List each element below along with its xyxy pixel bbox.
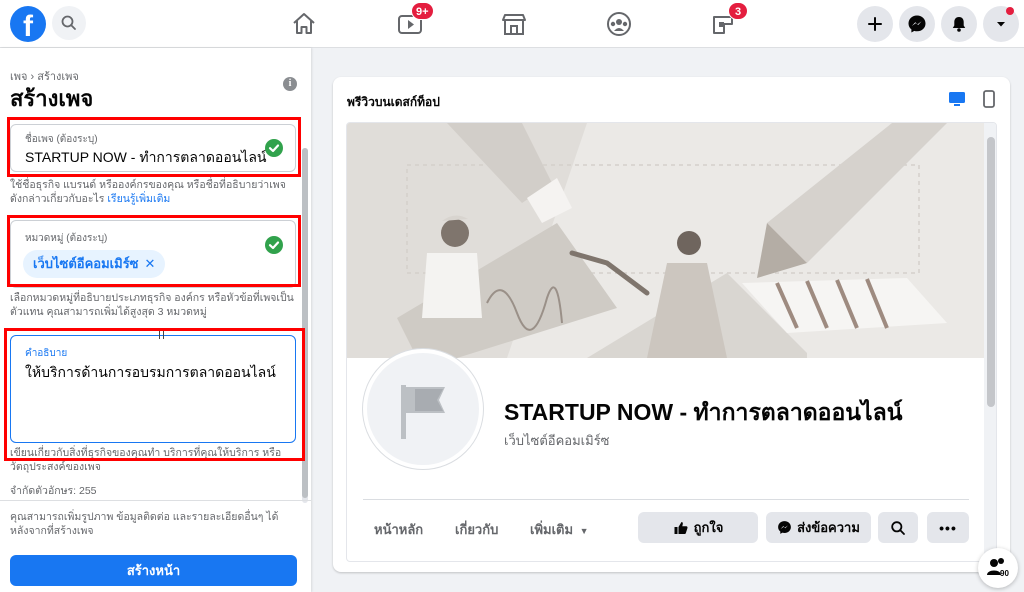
notifications-button[interactable] — [941, 6, 977, 42]
resize-handle[interactable] — [159, 331, 164, 339]
preview-page-category: เว็บไซต์อีคอมเมิร์ซ — [504, 433, 610, 448]
groups-icon — [607, 12, 631, 36]
description-field[interactable]: คำอธิบาย ให้บริการด้านการอบรมการตลาดออนไ… — [10, 335, 296, 443]
watch-badge: 9+ — [411, 2, 434, 20]
desktop-view-button[interactable] — [947, 89, 967, 114]
search-icon — [61, 15, 76, 30]
page-preview: STARTUP NOW - ทำการตลาดออนไลน์ เว็บไซต์อ… — [346, 122, 997, 562]
description-value: ให้บริการด้านการอบรมการตลาดออนไลน์ — [25, 364, 276, 380]
info-icon[interactable]: i — [283, 77, 297, 91]
char-limit-text: จำกัดตัวอักษร: 255 — [10, 485, 97, 497]
bell-icon — [952, 17, 966, 32]
more-options-button[interactable]: ••• — [927, 512, 969, 543]
account-notification-dot — [1006, 7, 1014, 15]
form-scrollbar-thumb[interactable] — [302, 148, 308, 498]
preview-page-name: STARTUP NOW - ทำการตลาดออนไลน์ — [504, 399, 903, 425]
page-name-field[interactable]: ชื่อเพจ (ต้องระบุ) STARTUP NOW - ทำการตล… — [10, 124, 296, 172]
nav-marketplace[interactable] — [494, 8, 534, 40]
page-name-label: ชื่อเพจ (ต้องระบุ) — [25, 134, 98, 145]
more-dots-icon: ••• — [939, 519, 957, 536]
description-label: คำอธิบาย — [25, 348, 68, 359]
learn-more-link[interactable]: เรียนรู้เพิ่มเติม — [107, 193, 170, 205]
category-chip-label: เว็บไซต์อีคอมเมิร์ซ — [33, 256, 139, 271]
nav-home[interactable] — [284, 8, 324, 40]
footer-note: คุณสามารถเพิ่มรูปภาพ ข้อมูลติดต่อ และราย… — [10, 511, 279, 537]
preview-scrollbar-thumb[interactable] — [987, 137, 995, 407]
category-help-text: เลือกหมวดหมู่ที่อธิบายประเภทธุรกิจ องค์ก… — [10, 292, 294, 318]
divider — [363, 499, 969, 500]
page-search-button[interactable] — [878, 512, 918, 543]
facebook-logo[interactable]: f — [10, 6, 46, 42]
like-button-label: ถูกใจ — [693, 520, 724, 535]
messenger-icon — [778, 521, 791, 534]
divider — [0, 500, 311, 501]
cover-photo — [347, 123, 984, 358]
category-chip[interactable]: เว็บไซต์อีคอมเมิร์ซ ✕ — [23, 250, 166, 278]
mobile-view-button[interactable] — [979, 89, 999, 114]
category-field[interactable]: หมวดหมู่ (ต้องระบุ) เว็บไซต์อีคอมเมิร์ซ ✕ — [10, 220, 296, 288]
gaming-badge: 3 — [728, 2, 748, 20]
tab-about[interactable]: เกี่ยวกับ — [455, 519, 498, 540]
search-icon — [891, 520, 905, 535]
contacts-count: 90 — [1000, 569, 1009, 578]
category-label: หมวดหมู่ (ต้องระบุ) — [25, 233, 108, 244]
account-menu-button[interactable] — [983, 6, 1019, 42]
send-message-button[interactable]: ส่งข้อความ — [766, 512, 871, 543]
tab-more-label: เพิ่มเติม — [530, 522, 574, 537]
create-button[interactable] — [857, 6, 893, 42]
page-name-help-text: ใช้ชื่อธุรกิจ แบรนด์ หรือองค์กรของคุณ หร… — [10, 179, 286, 205]
cover-illustration — [347, 123, 984, 358]
desktop-icon — [949, 92, 965, 106]
create-page-button[interactable]: สร้างหน้า — [10, 555, 297, 586]
page-title: สร้างเพจ — [10, 86, 94, 111]
tab-home[interactable]: หน้าหลัก — [374, 519, 423, 540]
preview-title: พรีวิวบนเดสก์ท็อป — [347, 95, 440, 109]
thumbs-up-icon — [674, 521, 688, 534]
top-navigation-bar: f 9+ 3 — [0, 0, 1024, 48]
like-button[interactable]: ถูกใจ — [638, 512, 758, 543]
plus-icon — [868, 17, 882, 31]
contacts-button[interactable]: 90 — [978, 548, 1018, 588]
messenger-icon — [908, 15, 926, 33]
remove-chip-icon[interactable]: ✕ — [145, 256, 156, 271]
flag-icon — [401, 385, 445, 439]
create-page-form-panel: เพจ › สร้างเพจ สร้างเพจ i ชื่อเพจ (ต้องร… — [0, 48, 311, 592]
caret-down-icon: ▼ — [579, 526, 589, 536]
people-icon — [987, 558, 1004, 575]
description-help-text: เขียนเกี่ยวกับสิ่งที่ธุรกิจของคุณทำ บริก… — [10, 447, 282, 473]
marketplace-icon — [502, 14, 526, 35]
check-icon — [265, 236, 283, 254]
nav-watch[interactable]: 9+ — [391, 2, 434, 40]
page-name-value: STARTUP NOW - ทำการตลาดออนไลน์ — [25, 149, 267, 165]
nav-groups[interactable] — [599, 8, 639, 40]
search-button[interactable] — [52, 6, 86, 40]
check-icon — [265, 139, 283, 157]
nav-gaming[interactable]: 3 — [704, 2, 748, 40]
desktop-preview-card: พรีวิวบนเดสก์ท็อป STARTUP NOW - ทำการตลา… — [333, 77, 1010, 572]
chevron-down-icon — [997, 22, 1005, 27]
messenger-button[interactable] — [899, 6, 935, 42]
page-avatar — [363, 349, 483, 469]
send-message-label: ส่งข้อความ — [797, 520, 860, 535]
home-icon — [293, 13, 315, 34]
tab-more[interactable]: เพิ่มเติม ▼ — [530, 519, 589, 540]
mobile-icon — [983, 90, 995, 108]
